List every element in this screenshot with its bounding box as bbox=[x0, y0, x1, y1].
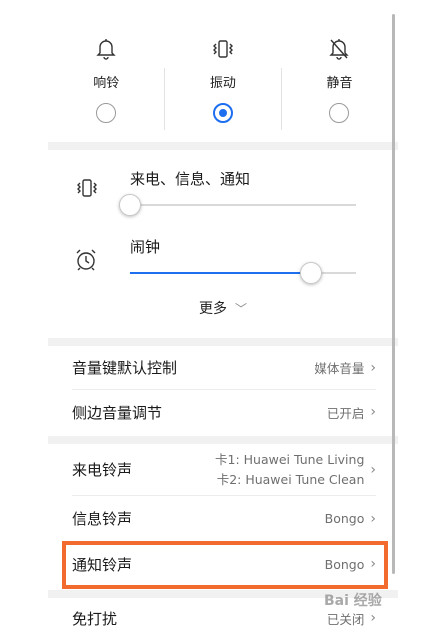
setting-value: Bongo › bbox=[325, 511, 376, 527]
section-divider bbox=[48, 338, 398, 346]
setting-value: 媒体音量 › bbox=[314, 358, 376, 377]
slider-thumb[interactable] bbox=[300, 262, 322, 284]
chevron-down-icon: ﹀ bbox=[234, 302, 247, 316]
chevron-right-icon: › bbox=[370, 404, 376, 420]
mode-vibrate[interactable]: 振动 bbox=[165, 30, 282, 130]
highlight-box bbox=[62, 541, 388, 589]
setting-label: 侧边音量调节 bbox=[72, 403, 163, 422]
bell-off-icon bbox=[329, 36, 350, 62]
ringer-volume-block: 来电、信息、通知 bbox=[48, 150, 398, 230]
sound-settings-panel: 响铃 振动 静音 来电、信息、通知 闹钟 更多 ﹀ 音量键默认控制 媒体音量 ›… bbox=[48, 0, 398, 635]
chevron-right-icon: › bbox=[370, 610, 376, 626]
divider bbox=[281, 68, 282, 130]
setting-value: 已开启 › bbox=[327, 403, 376, 422]
setting-label: 免打扰 bbox=[72, 609, 118, 628]
value-line: 卡2: Huawei Tune Clean bbox=[216, 471, 365, 487]
chevron-right-icon: › bbox=[370, 359, 376, 376]
mode-label: 响铃 bbox=[93, 76, 120, 91]
more-button[interactable]: 更多 ﹀ bbox=[48, 298, 398, 318]
chevron-right-icon: › bbox=[370, 510, 376, 527]
value-text: Bongo bbox=[324, 511, 365, 526]
mode-ring[interactable]: 响铃 bbox=[48, 30, 165, 130]
section-divider bbox=[48, 436, 398, 444]
watermark: Bai 经验 bbox=[324, 593, 382, 609]
mode-label: 振动 bbox=[209, 76, 236, 91]
section-divider bbox=[48, 142, 398, 150]
slider-title: 闹钟 bbox=[130, 238, 161, 256]
setting-value: 卡1: Huawei Tune Living 卡2: Huawei Tune C… bbox=[215, 450, 376, 490]
setting-label: 信息铃声 bbox=[72, 510, 133, 528]
ringer-volume-slider[interactable] bbox=[119, 194, 356, 216]
alarm-clock-icon bbox=[74, 248, 98, 276]
chevron-right-icon: › bbox=[370, 461, 376, 478]
mode-silent[interactable]: 静音 bbox=[281, 30, 398, 130]
setting-side-volume[interactable]: 侧边音量调节 已开启 › bbox=[72, 390, 376, 434]
value-text: 已关闭 bbox=[326, 611, 365, 627]
scrollbar[interactable] bbox=[392, 14, 395, 574]
mode-silent-radio[interactable] bbox=[329, 103, 350, 123]
setting-message-tone[interactable]: 信息铃声 Bongo › bbox=[72, 496, 376, 542]
alarm-volume-slider[interactable] bbox=[130, 262, 356, 284]
vibrate-icon bbox=[74, 178, 100, 202]
more-label: 更多 bbox=[198, 301, 227, 317]
slider-title: 来电、信息、通知 bbox=[130, 170, 251, 188]
mode-label: 静音 bbox=[326, 76, 353, 91]
divider bbox=[164, 68, 165, 130]
setting-label: 音量键默认控制 bbox=[72, 359, 178, 377]
alarm-volume-block: 闹钟 bbox=[48, 230, 398, 298]
setting-volume-key-control[interactable]: 音量键默认控制 媒体音量 › bbox=[72, 346, 376, 390]
slider-fill bbox=[130, 272, 311, 274]
sound-mode-selector: 响铃 振动 静音 bbox=[48, 30, 398, 130]
setting-ringtone[interactable]: 来电铃声 卡1: Huawei Tune Living 卡2: Huawei T… bbox=[72, 444, 376, 496]
mode-vibrate-radio[interactable] bbox=[212, 103, 233, 123]
value-line: 卡1: Huawei Tune Living bbox=[215, 451, 365, 467]
mode-ring-radio[interactable] bbox=[96, 103, 117, 123]
setting-value: 已关闭 › bbox=[327, 609, 376, 628]
slider-thumb[interactable] bbox=[119, 194, 141, 216]
setting-label: 来电铃声 bbox=[72, 461, 133, 479]
value-text: 已开启 bbox=[326, 405, 365, 421]
value-text: 媒体音量 bbox=[314, 361, 365, 376]
vibrate-icon bbox=[210, 36, 236, 62]
bell-icon bbox=[96, 36, 116, 62]
